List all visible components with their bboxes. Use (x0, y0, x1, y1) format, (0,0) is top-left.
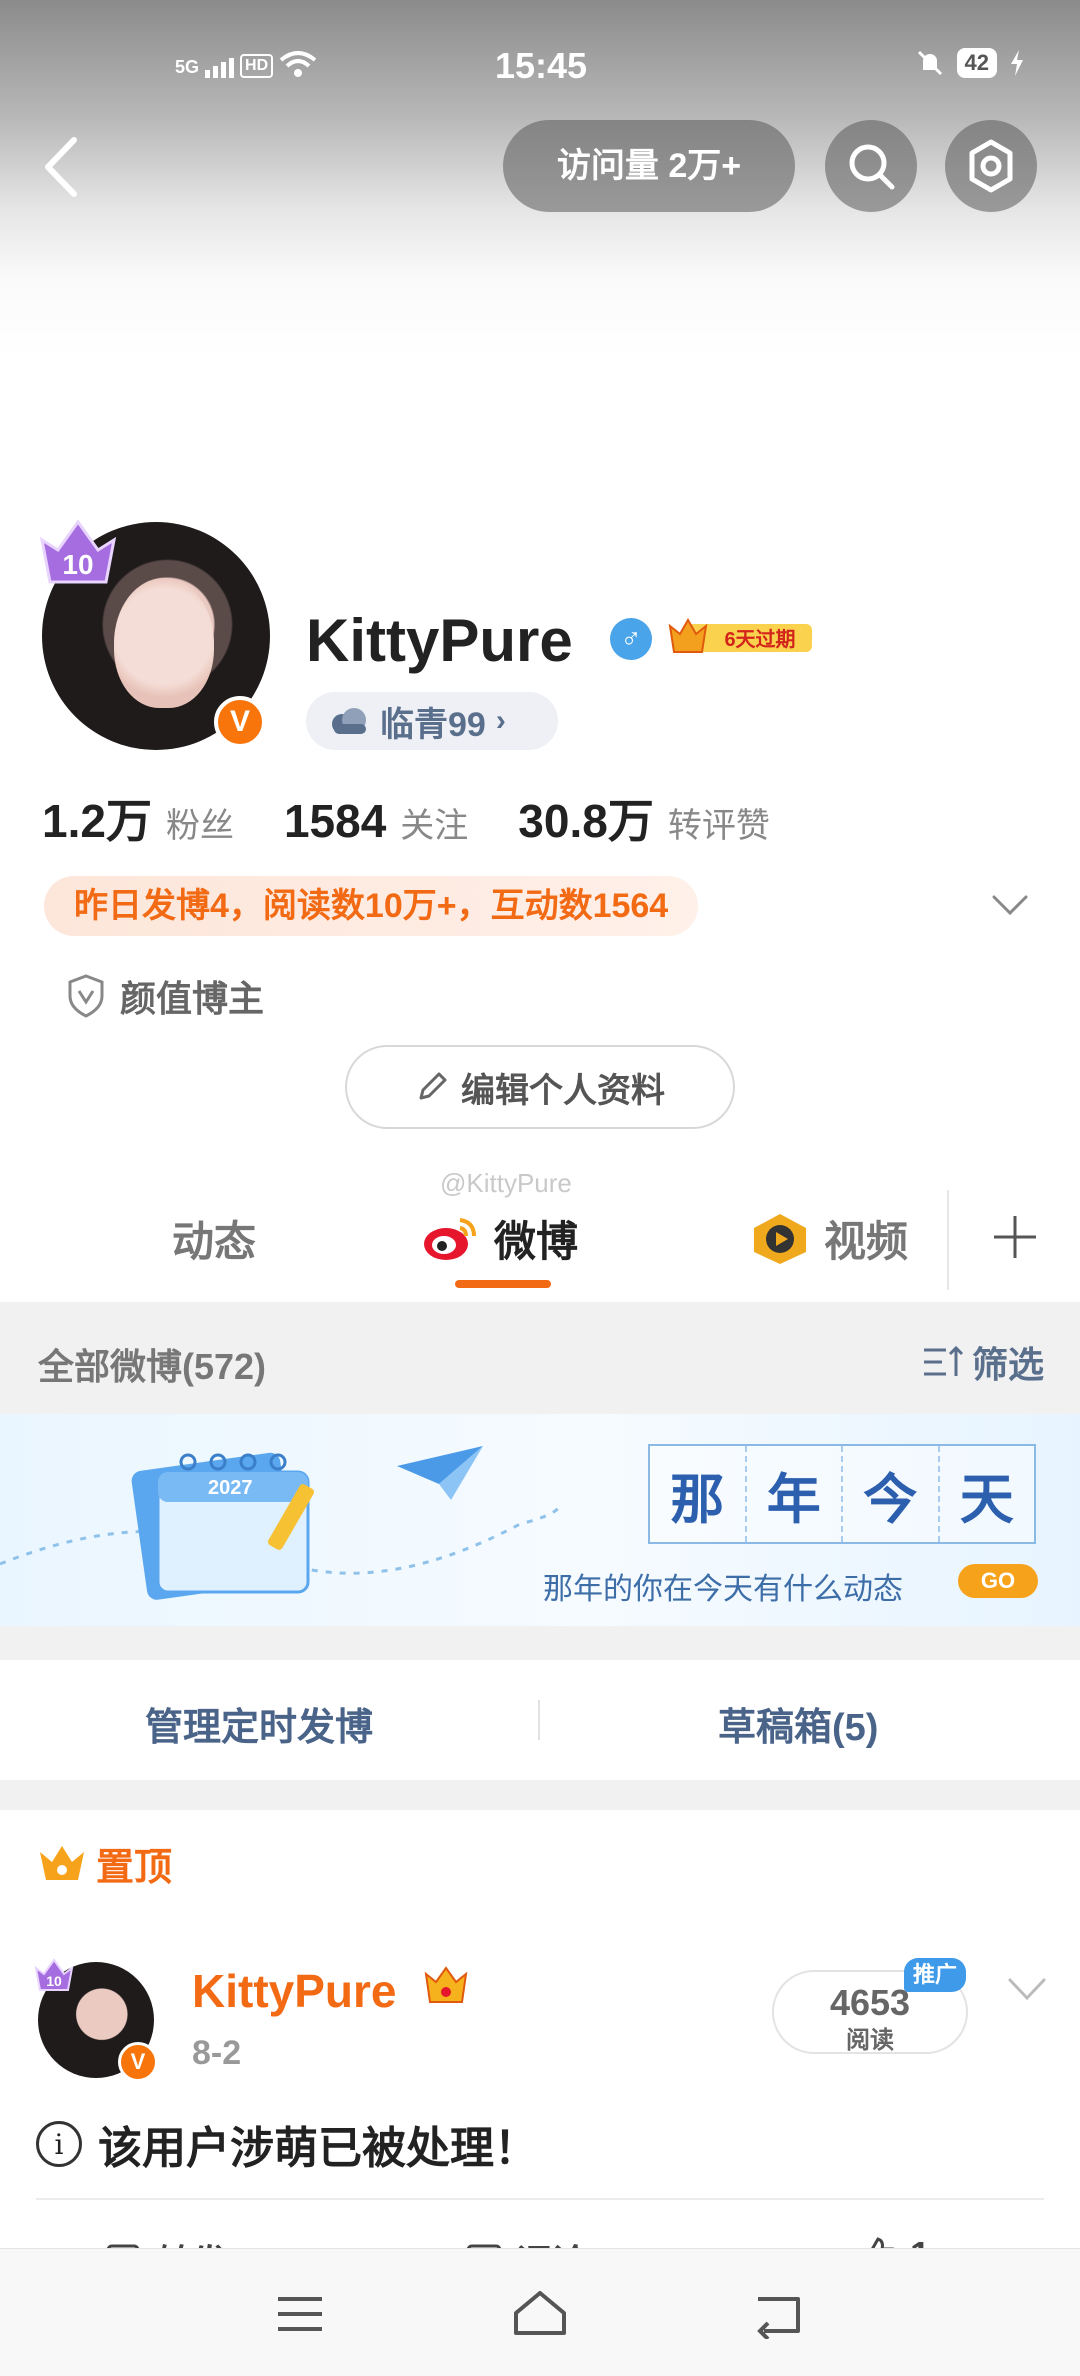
back-arrow-icon[interactable] (38, 132, 88, 202)
post-date: 8-2 (192, 2034, 242, 2072)
weibo-logo-icon (424, 1217, 476, 1260)
author-level-number: 10 (46, 1973, 62, 1989)
signal-indicator: 5G HD (175, 50, 317, 78)
drafts-button[interactable]: 草稿箱(5) (718, 1696, 878, 1751)
tab-feed[interactable]: 动态 (172, 1208, 256, 1269)
tab-feed-label: 动态 (172, 1218, 257, 1265)
search-button[interactable] (825, 120, 917, 212)
level-number: 10 (62, 549, 93, 580)
tab-weibo-label: 微博 (494, 1218, 579, 1265)
activity-summary[interactable]: 昨日发博4，阅读数10万+，互动数1564 (44, 876, 699, 936)
title-char: 那 (650, 1446, 747, 1542)
followers-count[interactable]: 1.2万 (42, 785, 152, 851)
following-label[interactable]: 关注 (400, 798, 468, 847)
vip-expiry-text: 6天过期 (724, 628, 795, 651)
paper-plane-icon (397, 1446, 483, 1500)
chevron-down-icon[interactable] (1006, 1974, 1048, 2004)
ip-tag-label: 临青99 (380, 705, 486, 744)
creator-tag[interactable]: 颜值博主 (66, 970, 264, 1022)
video-icon (754, 1213, 806, 1264)
status-right: 42 (915, 48, 1025, 78)
gender-male-icon: ♂ (610, 618, 652, 660)
signal-bars-icon (205, 56, 235, 78)
promote-badge[interactable]: 推广 (904, 1958, 966, 1992)
banner-subtitle: 那年的你在今天有什么动态 (543, 1572, 903, 1607)
tab-weibo[interactable]: 微博 (420, 1208, 578, 1269)
filter-sort-icon (923, 1345, 964, 1376)
pinned-text: 置顶 (96, 1847, 173, 1889)
engagement-count[interactable]: 30.8万 (518, 785, 654, 851)
shield-v-icon (68, 974, 104, 1018)
search-icon (849, 144, 895, 190)
title-char: 今 (843, 1446, 940, 1542)
settings-button[interactable] (945, 120, 1037, 212)
bell-muted-icon (917, 50, 942, 76)
author-verified-badge: V (118, 2042, 158, 2082)
tab-divider (947, 1190, 949, 1290)
post-text: 该用户涉萌已被处理！ (98, 2124, 538, 2173)
scheduled-posts-button[interactable]: 管理定时发博 (145, 1696, 373, 1751)
profile-tabs: 动态 微博 视频 (0, 1190, 1080, 1300)
profile-stats: 1.2万 粉丝 1584 关注 30.8万 转评赞 (42, 785, 820, 851)
back-nav-icon[interactable] (750, 2289, 810, 2339)
author-level-icon: 10 (34, 1958, 74, 1991)
visit-count-button[interactable]: 访问量 2万+ (503, 120, 795, 212)
post-management-bar: 管理定时发博 草稿箱(5) (0, 1660, 1080, 1780)
pencil-icon (419, 1072, 447, 1100)
menu-icon[interactable] (270, 2289, 330, 2339)
gear-icon (969, 139, 1013, 193)
avatar-face (114, 578, 214, 708)
status-bar: 5G HD 15:45 42 (0, 0, 1080, 130)
cloud-icon (332, 708, 366, 734)
filter-label: 筛选 (971, 1344, 1044, 1385)
section-divider (0, 1780, 1080, 1810)
info-icon: i (36, 2121, 82, 2167)
read-label: 阅读 (846, 2027, 894, 2054)
filter-button[interactable]: 筛选 (922, 1336, 1044, 1388)
edit-profile-label: 编辑个人资料 (461, 1071, 665, 1110)
post-divider (36, 2198, 1044, 2200)
vip-crown-icon (424, 1966, 468, 2003)
plus-icon[interactable] (990, 1212, 1040, 1262)
tab-video[interactable]: 视频 (750, 1208, 908, 1269)
filter-bar: 全部微博(572) 筛选 (0, 1302, 1080, 1414)
all-posts-count[interactable]: 全部微博(572) (38, 1338, 266, 1390)
on-this-day-banner[interactable]: 2027 那 年 今 天 那年的你在今天有什么动态 GO (0, 1414, 1080, 1626)
profile-username: KittyPure (306, 607, 573, 674)
title-char: 年 (746, 1446, 843, 1542)
edit-profile-button[interactable]: 编辑个人资料 (345, 1045, 735, 1129)
creator-tag-label: 颜值博主 (120, 978, 265, 1019)
battery-level: 42 (956, 48, 997, 78)
network-type: 5G (175, 57, 200, 77)
level-crown-icon: 10 (39, 519, 117, 584)
status-time: 15:45 (495, 45, 588, 86)
crown-icon (40, 1845, 84, 1880)
tab-video-label: 视频 (824, 1218, 909, 1265)
calendar-year: 2027 (208, 1477, 253, 1499)
system-navigation-bar (0, 2248, 1080, 2376)
chevron-right-icon: › (495, 704, 506, 737)
post-author-name[interactable]: KittyPure (192, 1964, 396, 2018)
following-count[interactable]: 1584 (284, 794, 386, 848)
followers-label[interactable]: 粉丝 (166, 798, 234, 847)
wifi-icon (279, 51, 317, 77)
engagement-label[interactable]: 转评赞 (668, 798, 770, 847)
charging-icon (1011, 50, 1023, 76)
verified-badge: V (214, 696, 266, 748)
active-tab-indicator (455, 1280, 551, 1288)
pinned-label: 置顶 (38, 1836, 172, 1891)
chevron-down-icon[interactable] (990, 885, 1030, 925)
vip-expiry-badge[interactable]: 6天过期 (668, 618, 816, 658)
hd-indicator: HD (240, 54, 274, 78)
section-divider (0, 1626, 1080, 1660)
go-button[interactable]: GO (958, 1564, 1038, 1598)
post-content: i 该用户涉萌已被处理！ (36, 2112, 538, 2176)
home-icon[interactable] (510, 2289, 570, 2339)
calendar-icon: 2027 (131, 1452, 314, 1600)
vertical-divider (538, 1700, 540, 1740)
ip-location-tag[interactable]: 临青99 › (306, 692, 558, 750)
on-this-day-title: 那 年 今 天 (648, 1444, 1036, 1544)
title-char: 天 (939, 1446, 1034, 1542)
